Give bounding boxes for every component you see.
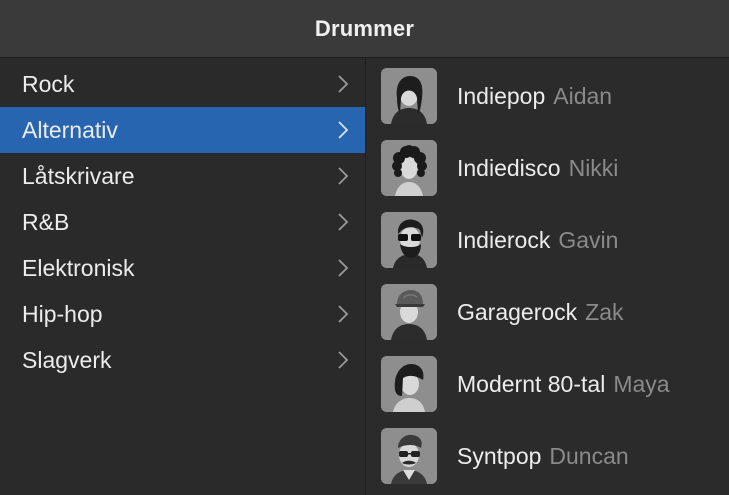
drummer-style: Garagerock [457,298,578,325]
drummer-style: Modernt 80-tal [457,370,606,397]
category-label: Hip-hop [22,300,103,327]
drummer-item-nikki[interactable]: Indiedisco Nikki [366,132,729,204]
category-label: Elektronisk [22,254,135,281]
drummer-item-zak[interactable]: Garagerock Zak [366,276,729,348]
avatar-cap-icon [381,284,437,340]
avatar-glasses-mustache-icon [381,428,437,484]
chevron-right-icon [338,213,349,231]
drummer-text: Indierock Gavin [457,227,618,254]
window-title: Drummer [314,15,415,41]
drummer-style: Syntpop [457,442,542,469]
category-label: Låtskrivare [22,162,135,189]
drummer-name: Gavin [558,226,619,253]
avatar-side-swept-hair-icon [381,356,437,412]
category-label: R&B [22,208,70,235]
drummer-text: Modernt 80-tal Maya [457,371,670,398]
drummer-item-duncan[interactable]: Syntpop Duncan [366,420,729,492]
drummer-text: Garagerock Zak [457,299,624,326]
drummer-style: Indiepop [457,82,546,109]
title-bar: Drummer [0,0,729,58]
drummer-style: Indiedisco [457,154,561,181]
chevron-right-icon [338,351,349,369]
chevron-right-icon [338,121,349,139]
drummer-name: Nikki [568,154,619,181]
drummer-window: Drummer Rock Alternativ Låtskrivare R&B … [0,0,729,495]
category-label: Rock [22,70,75,97]
avatar-long-hair-icon [381,68,437,124]
drummer-item-maya[interactable]: Modernt 80-tal Maya [366,348,729,420]
drummer-name: Zak [585,298,624,325]
drummer-list: Indiepop Aidan Indiedisco Nikki Indieroc… [366,58,729,495]
drummer-text: Syntpop Duncan [457,443,629,470]
category-label: Slagverk [22,346,112,373]
category-label: Alternativ [22,116,118,143]
category-item-slagverk[interactable]: Slagverk [0,337,365,383]
drummer-style: Indierock [457,226,551,253]
drummer-item-aidan[interactable]: Indiepop Aidan [366,60,729,132]
chevron-right-icon [338,75,349,93]
drummer-name: Maya [613,370,670,397]
drummer-text: Indiepop Aidan [457,83,612,110]
category-item-alternativ[interactable]: Alternativ [0,107,365,153]
avatar-sunglasses-beard-icon [381,212,437,268]
chevron-right-icon [338,259,349,277]
chevron-right-icon [338,305,349,323]
category-item-hip-hop[interactable]: Hip-hop [0,291,365,337]
category-item-latskrivare[interactable]: Låtskrivare [0,153,365,199]
category-item-rock[interactable]: Rock [0,61,365,107]
drummer-item-gavin[interactable]: Indierock Gavin [366,204,729,276]
category-item-elektronisk[interactable]: Elektronisk [0,245,365,291]
avatar-curly-hair-icon [381,140,437,196]
drummer-text: Indiedisco Nikki [457,155,618,182]
drummer-name: Aidan [553,82,613,109]
category-item-rnb[interactable]: R&B [0,199,365,245]
chevron-right-icon [338,167,349,185]
category-list: Rock Alternativ Låtskrivare R&B Elektron… [0,58,366,495]
drummer-name: Duncan [549,442,629,469]
